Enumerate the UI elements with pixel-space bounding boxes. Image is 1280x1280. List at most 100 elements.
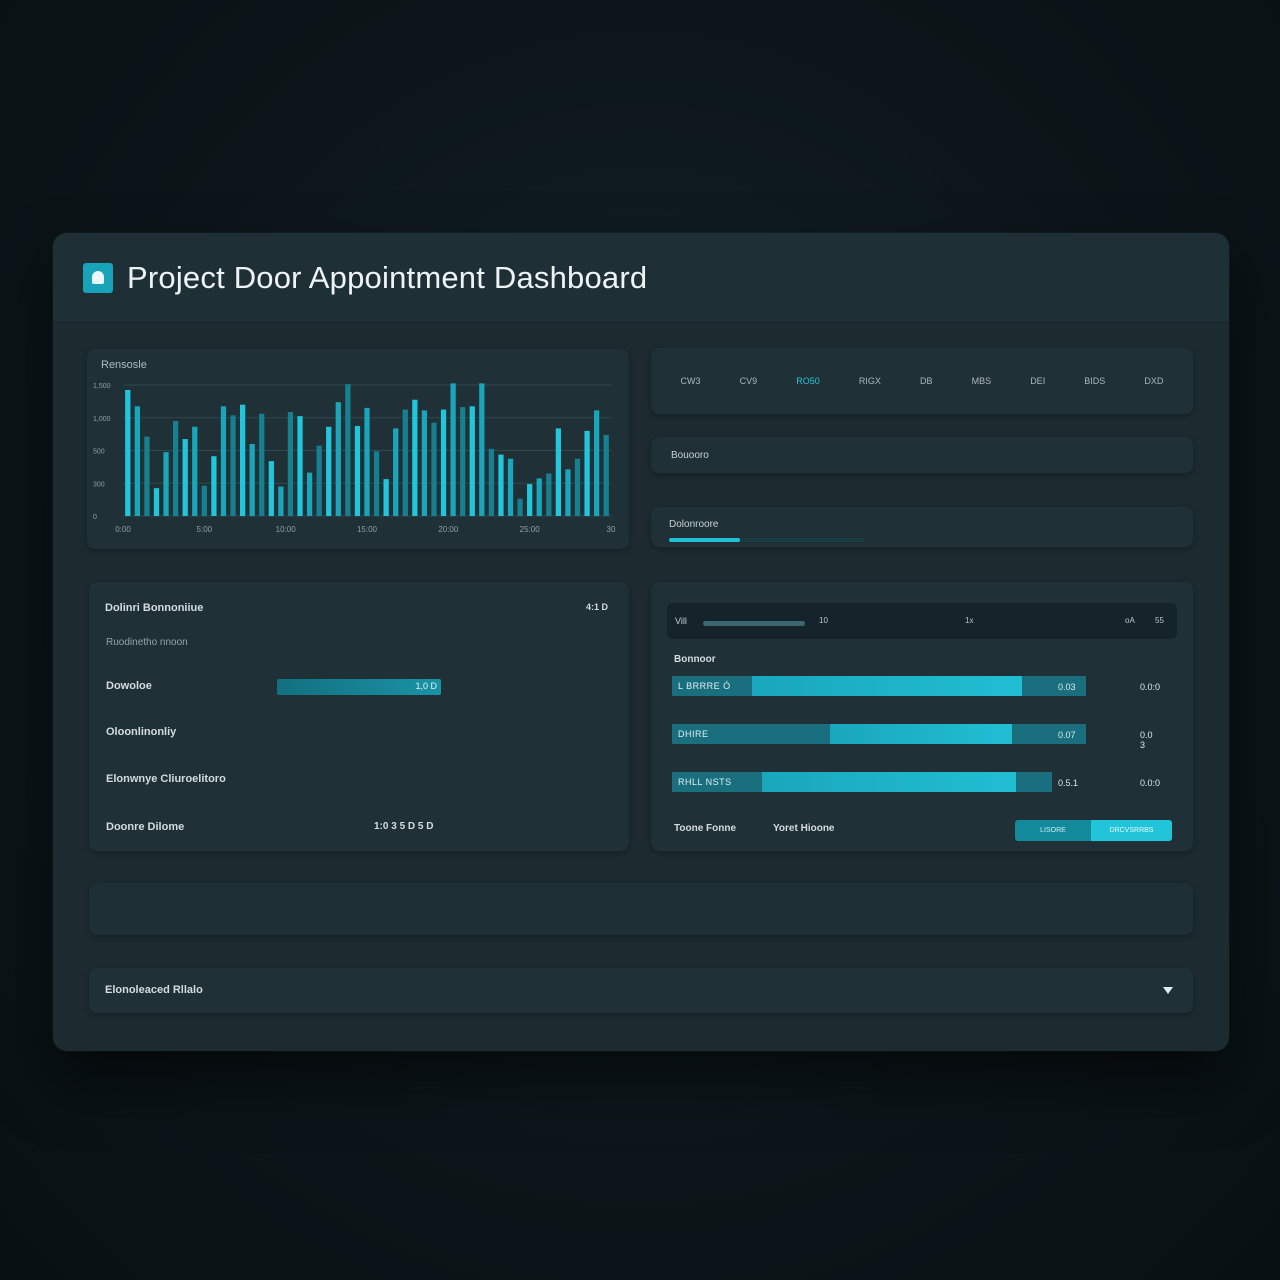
search-tick: 1x	[965, 616, 974, 625]
progress-panel: Dolonroore	[651, 507, 1193, 547]
stat-bar-outer-value: 0.0:0	[1140, 778, 1161, 788]
chart-bar	[211, 456, 217, 516]
chart-bar	[555, 428, 562, 516]
stat-bar-fill	[830, 724, 1012, 744]
tab-rigx[interactable]: RIGX	[859, 376, 881, 386]
details-subtitle: Ruodinetho nnoon	[106, 637, 188, 648]
filter-field[interactable]: Bouooro	[651, 437, 1193, 473]
stats-footer-left: Toone Fonne	[674, 823, 737, 834]
chart-bar	[125, 389, 131, 516]
search-tick: oA	[1125, 616, 1135, 625]
chart-bar	[546, 473, 552, 516]
progress-track	[669, 538, 865, 542]
tab-ro50[interactable]: RO50	[796, 376, 820, 386]
chart-bar	[249, 443, 255, 516]
chart-bar	[412, 399, 418, 516]
chart-bar	[306, 472, 313, 516]
stat-bar-fill	[762, 772, 1016, 792]
tab-bids[interactable]: BIDS	[1084, 376, 1105, 386]
chart-bar	[584, 430, 590, 516]
chart-bar	[326, 426, 332, 516]
stat-bar-row: L BRRRE Ó 0.03 0.0:0	[672, 676, 1160, 696]
dashboard-window: Project Door Appointment Dashboard Renso…	[53, 233, 1229, 1051]
bar-chart: 1,500 1,000 500 300 0 0:00 5:00 10:00 15:00 20:0…	[93, 383, 616, 534]
details-row-value: 1:0 3 5 D 5 D	[374, 821, 434, 832]
tab-dei[interactable]: DEI	[1030, 376, 1045, 386]
details-row-label: Elonwnye Cliuroelitoro	[106, 773, 226, 785]
y-tick-label: 500	[93, 449, 105, 456]
stat-bar-row: DHIRE 0.07 0.0 3	[672, 724, 1153, 750]
chart-bar	[268, 461, 274, 516]
stats-footer-mid: Yoret Hioone	[773, 823, 835, 834]
chart-bar	[153, 488, 160, 516]
chart-bar	[565, 469, 571, 516]
title-bar: Project Door Appointment Dashboard	[53, 233, 1229, 323]
page-title: Project Door Appointment Dashboard	[127, 259, 648, 295]
stats-section-label: Bonnoor	[674, 654, 716, 665]
chart-bar	[383, 479, 389, 516]
stat-bar-row: RHLL NSTS 0.5.1 0.0:0	[672, 772, 1160, 792]
chart-bar	[287, 412, 294, 516]
stat-bar-outer-value: 0.0 3	[1140, 730, 1153, 750]
chart-bar	[345, 384, 351, 516]
chart-bar	[373, 451, 380, 516]
stat-bar-value: 0.03	[1058, 682, 1076, 692]
chart-bar	[172, 421, 179, 516]
chart-bar	[278, 486, 284, 516]
tab-cw3[interactable]: CW3	[681, 376, 701, 386]
tab-db[interactable]: DB	[920, 376, 933, 386]
y-tick-label: 1,000	[93, 416, 111, 423]
stat-bar-name: DHIRE	[678, 729, 709, 739]
stat-bar-name: L BRRRE Ó	[678, 681, 731, 691]
details-row-label: Doonre Dilome	[106, 821, 185, 833]
tab-dxd[interactable]: DXD	[1144, 376, 1163, 386]
details-bar-value: 1,0 D	[415, 681, 437, 691]
chart-bar	[201, 485, 207, 516]
progress-label: Dolonroore	[669, 519, 719, 530]
chart-bar	[507, 458, 514, 516]
empty-panel	[89, 883, 1193, 935]
segment-button-a[interactable]: LISORE	[1015, 820, 1091, 841]
chart-bar	[144, 436, 150, 516]
chart-bar	[431, 422, 437, 516]
chart-bar	[527, 484, 533, 516]
search-tick: 55	[1155, 616, 1164, 625]
x-tick-label: 0:00	[115, 525, 131, 534]
search-bar[interactable]: Vill 10 1x oA 55	[667, 603, 1177, 639]
chart-bar	[498, 454, 504, 516]
chart-bar	[393, 428, 399, 516]
details-title-value: 4:1 D	[586, 602, 609, 612]
details-title: Dolinri Bonnoniiue	[105, 602, 204, 614]
progress-fill	[669, 538, 740, 542]
details-value-bar: 1,0 D	[277, 679, 441, 695]
chart-bar	[134, 406, 140, 516]
chart-bar	[440, 409, 447, 516]
chart-bar	[297, 416, 303, 516]
search-slider[interactable]	[703, 621, 805, 626]
chart-bar	[517, 498, 523, 516]
x-tick-label: 25:00	[520, 525, 541, 534]
tab-cv9[interactable]: CV9	[740, 376, 758, 386]
details-panel: Dolinri Bonnoniiue 4:1 D Ruodinetho nnoo…	[89, 582, 629, 851]
accordion-header[interactable]: Elonoleaced Rllalo	[89, 968, 1193, 1013]
y-tick-label: 0	[93, 514, 97, 521]
chart-bar	[450, 383, 456, 516]
chart-bar	[259, 413, 265, 516]
chart-bar	[574, 458, 581, 516]
details-row-label: Dowoloe	[106, 680, 152, 692]
chart-bar	[460, 407, 466, 516]
app-logo-icon	[83, 262, 113, 293]
filter-label: Bouooro	[671, 450, 709, 461]
tab-mbs[interactable]: MBS	[972, 376, 992, 386]
y-tick-label: 300	[93, 481, 105, 488]
details-row-label: Oloonlinonliy	[106, 726, 177, 738]
chevron-down-icon[interactable]	[1163, 987, 1173, 994]
stat-bar-name: RHLL NSTS	[678, 777, 732, 787]
x-tick-label: 10:00	[276, 525, 297, 534]
segment-button-b[interactable]: DRCVSRRBS	[1091, 820, 1172, 841]
chart-bar	[230, 415, 236, 516]
chart-bar	[536, 478, 542, 516]
stat-bar-value: 0.5.1	[1058, 778, 1079, 788]
x-tick-label: 30	[607, 525, 616, 534]
chart-bar	[603, 434, 609, 516]
